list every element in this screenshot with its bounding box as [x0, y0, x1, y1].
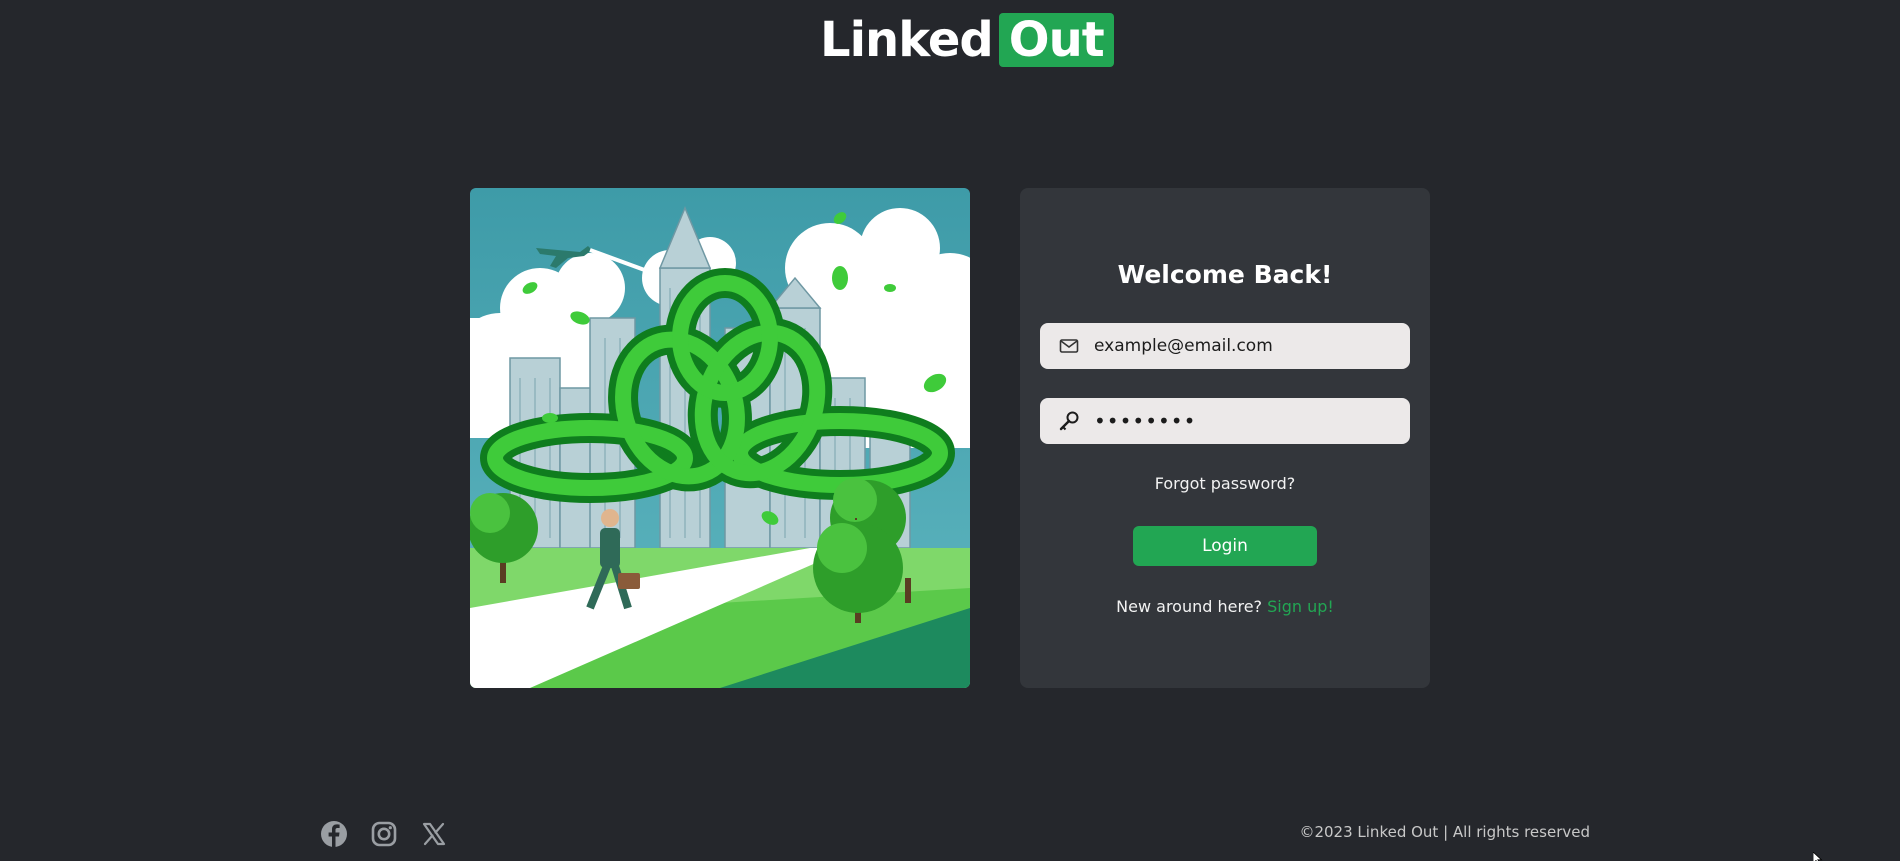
logo-text-linked: Linked [820, 12, 994, 68]
envelope-icon [1058, 335, 1080, 357]
facebook-icon[interactable] [320, 820, 348, 848]
key-icon [1058, 410, 1080, 432]
social-links [320, 820, 448, 848]
password-input[interactable] [1094, 398, 1410, 444]
signup-link[interactable]: Sign up! [1267, 597, 1334, 616]
login-page: Linked Out Welcome Back! example@email.c… [0, 0, 1900, 861]
mouse-cursor-icon [1812, 849, 1825, 861]
email-field[interactable] [1040, 323, 1410, 369]
hero-illustration [470, 188, 970, 688]
forgot-password-link[interactable]: Forgot password? [1020, 474, 1430, 493]
welcome-heading: Welcome Back! [1117, 260, 1333, 289]
signup-row: New around here? Sign up! [1020, 597, 1430, 616]
password-field[interactable] [1040, 398, 1410, 444]
login-button[interactable]: Login [1133, 526, 1317, 566]
app-logo[interactable]: Linked Out [820, 12, 1114, 68]
signup-prompt: New around here? [1116, 597, 1263, 616]
chains-city-image [470, 188, 970, 688]
logo-text-out: Out [998, 13, 1114, 67]
x-icon[interactable] [420, 820, 448, 848]
copyright-text: ©2023 Linked Out | All rights reserved [1299, 823, 1590, 841]
login-card: Welcome Back! Forgot password? Logi [1020, 188, 1430, 688]
instagram-icon[interactable] [370, 820, 398, 848]
email-input[interactable] [1094, 323, 1410, 369]
